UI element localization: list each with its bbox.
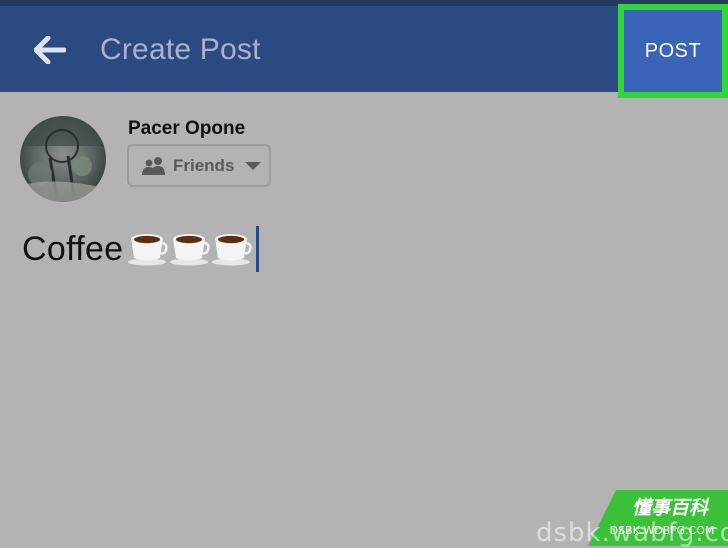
user-name: Pacer Opone: [128, 118, 246, 139]
coffee-emoji-icon: [170, 234, 211, 266]
audience-label: Friends: [173, 155, 235, 175]
avatar[interactable]: [20, 116, 106, 202]
watermark-url: dsbk.wabfg.com: [536, 518, 728, 548]
watermark-cn: 懂事百科: [632, 497, 710, 519]
audience-selector[interactable]: Friends: [127, 144, 271, 187]
post-button-label: POST: [644, 39, 702, 62]
caret-down-icon: [245, 161, 262, 170]
coffee-emoji-group: [127, 232, 253, 266]
coffee-emoji-icon: [128, 234, 169, 266]
arrow-left-icon: [34, 36, 66, 64]
post-text-field[interactable]: Coffee: [22, 224, 260, 274]
post-button[interactable]: POST: [618, 4, 728, 98]
back-button[interactable]: [28, 30, 72, 70]
friends-icon: [142, 156, 165, 175]
post-text: Coffee: [22, 229, 124, 268]
text-cursor: [256, 226, 260, 272]
coffee-emoji-icon: [212, 234, 253, 266]
avatar-image: [20, 116, 106, 202]
page-title: Create Post: [100, 33, 261, 66]
